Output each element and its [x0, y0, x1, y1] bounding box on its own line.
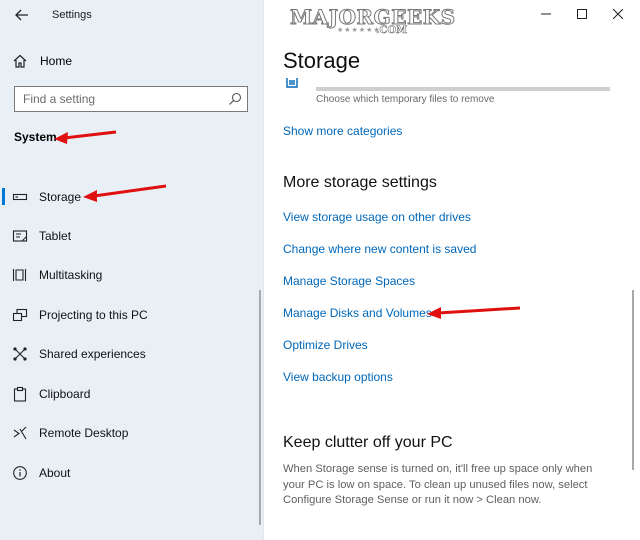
sidebar-item-label: Remote Desktop: [39, 426, 129, 440]
multitasking-icon: [12, 269, 27, 281]
close-button[interactable]: [607, 4, 629, 24]
storage-sense-description: When Storage sense is turned on, it'll f…: [283, 463, 593, 506]
search-icon[interactable]: [228, 92, 242, 106]
temporary-files-description: Choose which temporary files to remove: [316, 94, 495, 105]
search-input[interactable]: [15, 87, 228, 111]
sidebar-scrollbar[interactable]: [259, 290, 261, 525]
sidebar-item-clipboard[interactable]: Clipboard: [0, 382, 250, 406]
sidebar-item-label: Shared experiences: [39, 347, 146, 361]
manage-disks-and-volumes-link[interactable]: Manage Disks and Volumes: [283, 306, 432, 320]
clipboard-icon: [13, 386, 27, 402]
home-icon: [13, 54, 27, 68]
sidebar-item-label: Projecting to this PC: [39, 308, 148, 322]
window-title: Settings: [52, 9, 92, 21]
temporary-files-usage-bar: [316, 87, 610, 91]
annotation-arrow-storage: [83, 184, 167, 202]
close-icon: [613, 9, 623, 19]
sidebar-item-remote-desktop[interactable]: Remote Desktop: [0, 421, 250, 445]
page-title: Storage: [283, 48, 361, 73]
maximize-icon: [577, 9, 587, 19]
sidebar: Settings Home System Storage Tablet Mult…: [0, 0, 264, 540]
sidebar-item-about[interactable]: About: [0, 461, 250, 485]
show-more-categories-link[interactable]: Show more categories: [283, 124, 402, 138]
sidebar-item-shared-experiences[interactable]: Shared experiences: [0, 342, 250, 366]
about-icon: [13, 466, 27, 480]
more-storage-settings-heading: More storage settings: [283, 174, 437, 191]
sidebar-item-label: Storage: [39, 190, 82, 204]
shared-experiences-icon: [13, 347, 27, 361]
sidebar-item-label: Clipboard: [39, 387, 91, 401]
storage-icon: [12, 193, 28, 201]
search-box[interactable]: [14, 86, 248, 112]
minimize-button[interactable]: [535, 4, 557, 24]
watermark-stars: ★★★★★★: [337, 27, 381, 34]
minimize-icon: [541, 13, 551, 15]
sidebar-item-tablet[interactable]: Tablet: [0, 224, 250, 248]
optimize-drives-link[interactable]: Optimize Drives: [283, 338, 368, 352]
main-scrollbar[interactable]: [632, 290, 634, 470]
home-nav-item[interactable]: Home: [12, 50, 252, 72]
annotation-arrow-system: [54, 130, 117, 144]
sidebar-item-label: Multitasking: [39, 268, 103, 282]
annotation-arrow-manage-disks: [427, 306, 521, 319]
view-backup-options-link[interactable]: View backup options: [283, 370, 393, 384]
change-new-content-location-link[interactable]: Change where new content is saved: [283, 242, 476, 256]
home-label: Home: [40, 54, 73, 68]
sidebar-item-multitasking[interactable]: Multitasking: [0, 263, 250, 287]
view-storage-usage-link[interactable]: View storage usage on other drives: [283, 210, 471, 224]
sidebar-item-label: About: [39, 466, 71, 480]
maximize-button[interactable]: [571, 4, 593, 24]
tablet-icon: [12, 230, 28, 242]
remote-desktop-icon: [13, 426, 27, 440]
projecting-icon: [12, 308, 28, 322]
back-button[interactable]: [10, 4, 34, 26]
keep-clutter-heading: Keep clutter off your PC: [283, 434, 453, 451]
sidebar-item-label: Tablet: [39, 229, 72, 243]
sidebar-item-projecting[interactable]: Projecting to this PC: [0, 303, 250, 327]
manage-storage-spaces-link[interactable]: Manage Storage Spaces: [283, 274, 415, 288]
temporary-files-icon: [286, 78, 298, 88]
watermark-suffix: .COM: [376, 25, 408, 37]
back-arrow-icon: [15, 9, 28, 21]
